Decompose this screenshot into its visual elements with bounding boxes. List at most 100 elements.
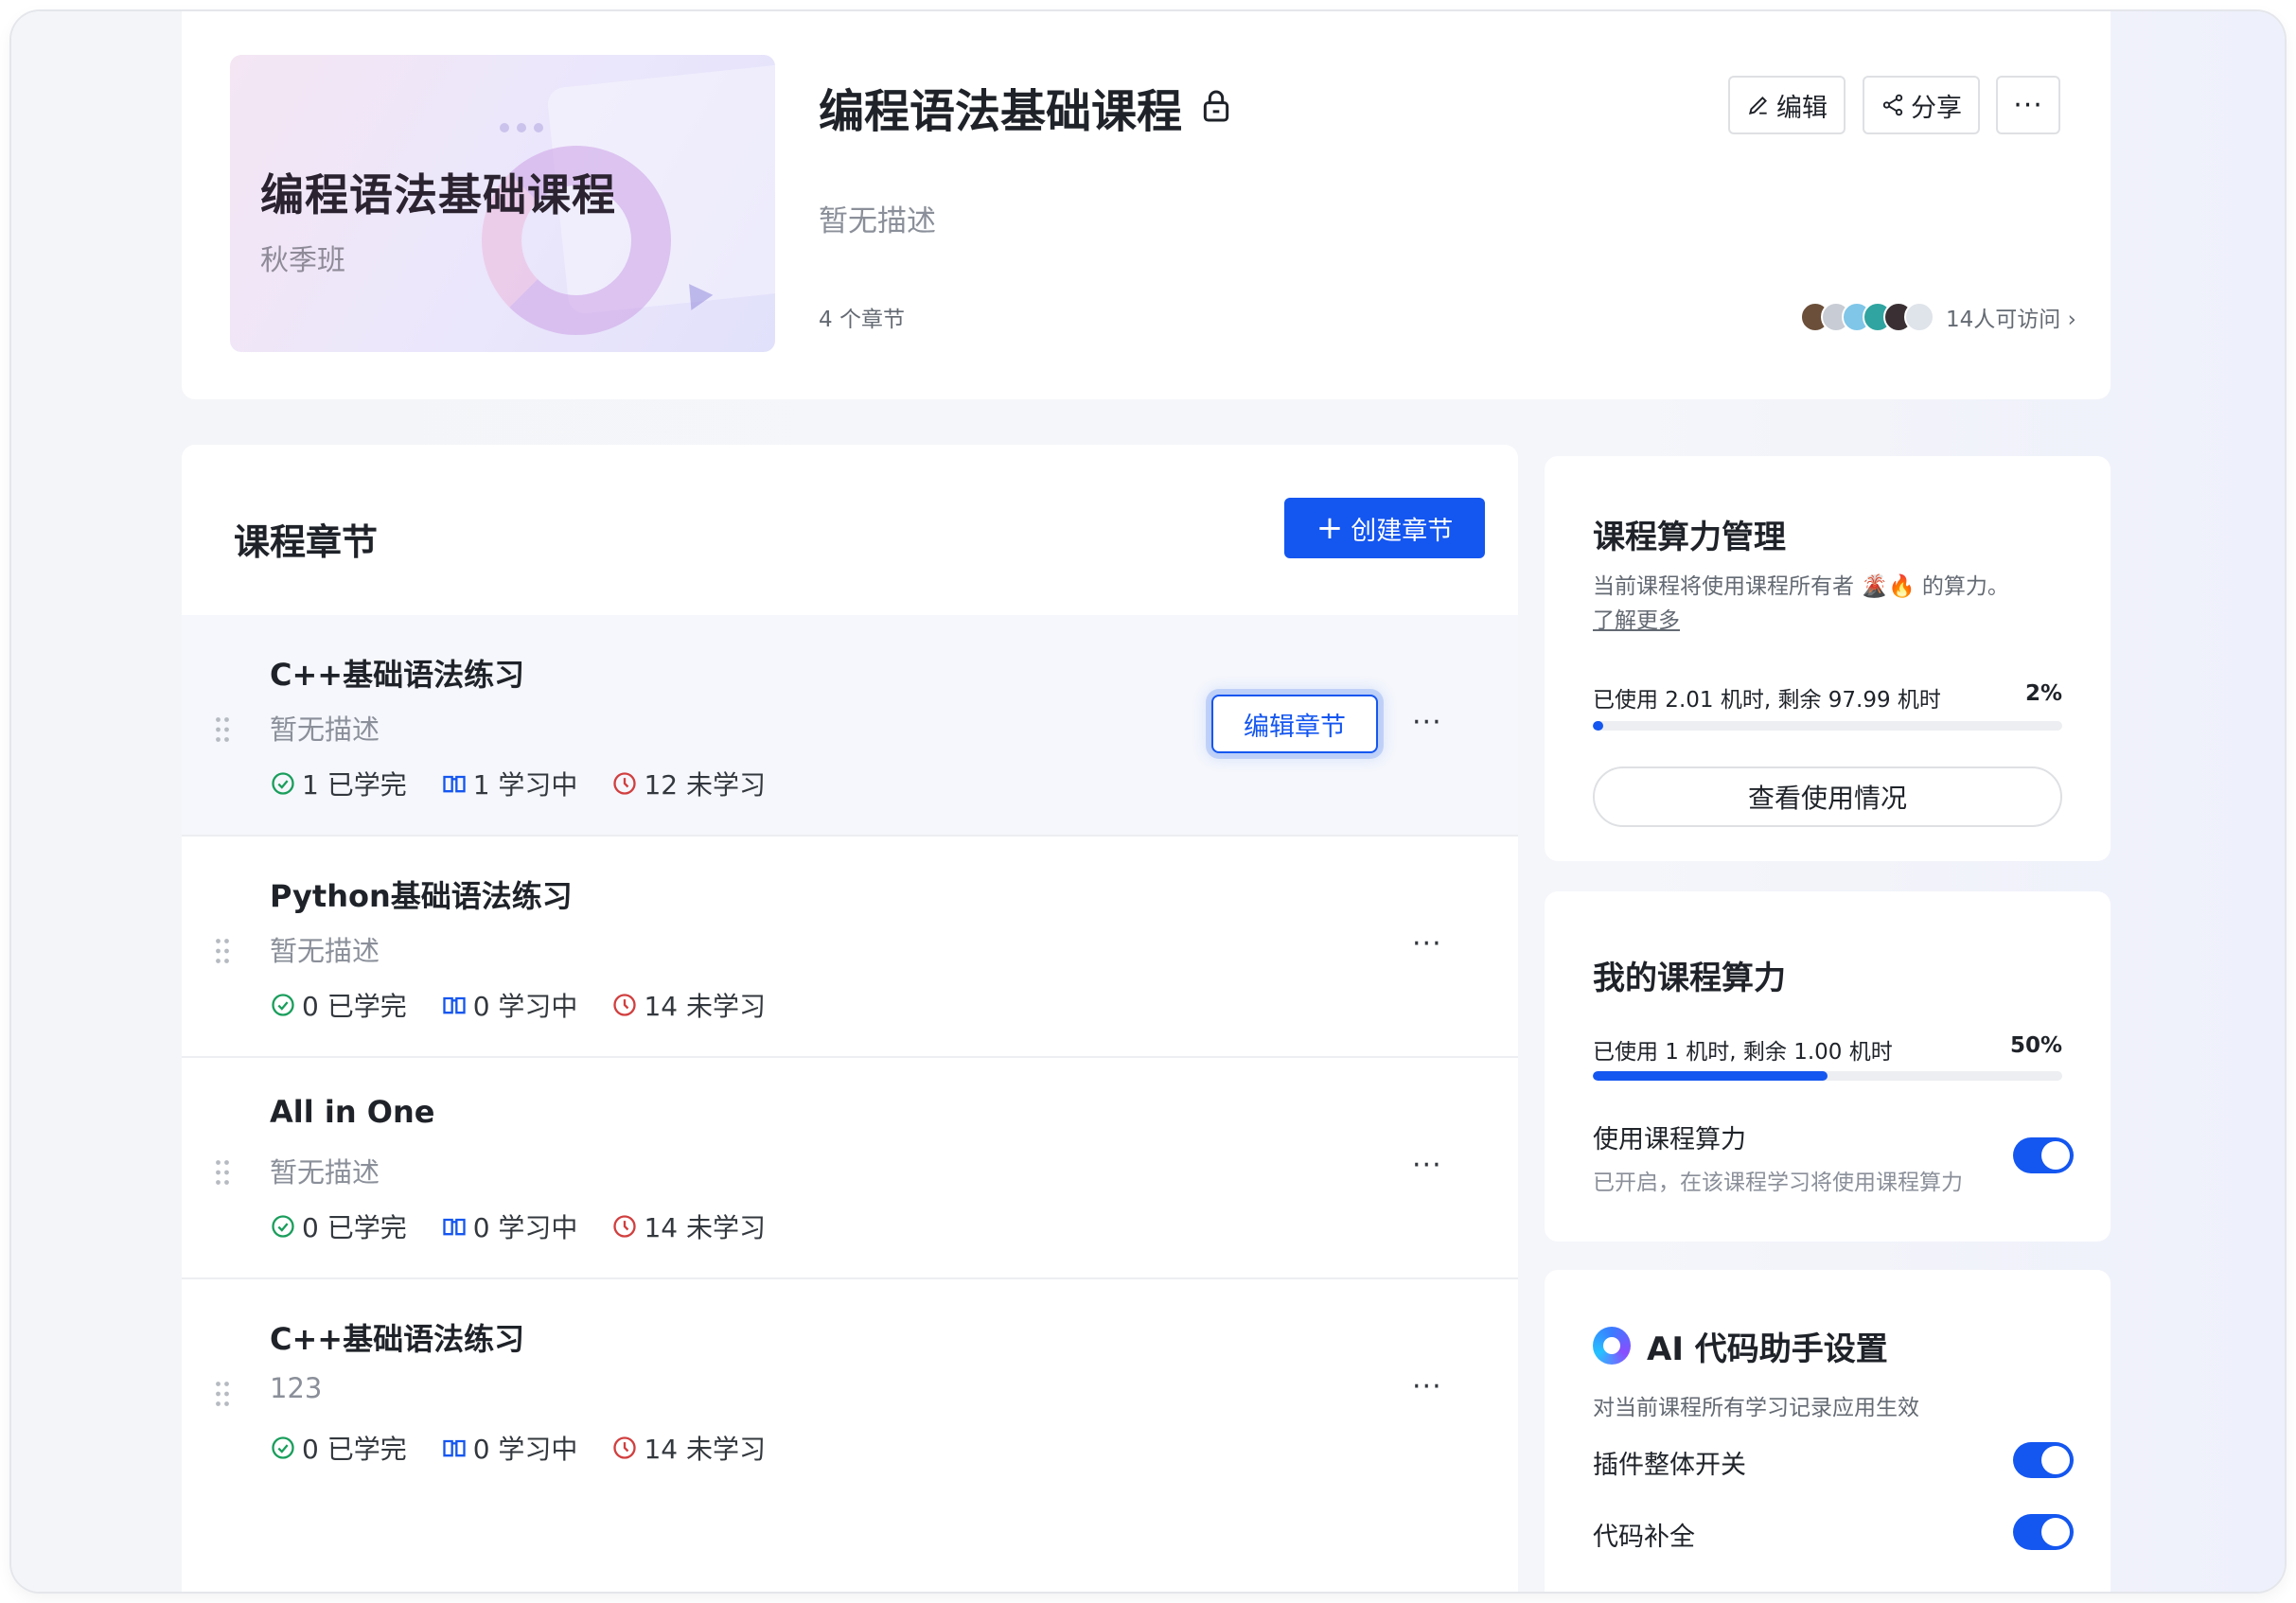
create-chapter-button[interactable]: + 创建章节	[1284, 498, 1485, 558]
learning-count: 0 学习中	[472, 1434, 578, 1465]
drag-handle-icon[interactable]	[214, 937, 231, 965]
not-started-stat: 12 未学习	[611, 765, 766, 802]
clock-icon	[613, 772, 637, 795]
compute-title: 课程算力管理	[1593, 519, 1786, 556]
chapter-row[interactable]: C++基础语法练习 123 0 已学完 0 学习中 14 未学习 ···	[182, 1279, 1518, 1501]
completed-count: 0 已学完	[302, 991, 407, 1022]
drag-handle-icon[interactable]	[214, 1158, 231, 1187]
view-usage-button[interactable]: 查看使用情况	[1593, 766, 2062, 827]
my-compute-usage: 已使用 1 机时, 剩余 1.00 机时 50%	[1593, 1033, 2062, 1066]
completed-stat: 0 已学完	[270, 986, 407, 1024]
my-usage-percent: 50%	[2009, 1033, 2062, 1058]
app-window: 编程语法基础课程 秋季班 编程语法基础课程 暂无描述 4 个章节 编辑 分享 ·…	[11, 11, 2285, 1592]
check-circle-icon	[272, 994, 294, 1016]
chapter-stats: 1 已学完 1 学习中 12 未学习	[270, 765, 766, 802]
completed-count: 0 已学完	[302, 1212, 407, 1243]
plus-icon: +	[1316, 509, 1344, 547]
compute-progress-fill	[1593, 721, 1603, 731]
compute-usage-percent: 2%	[2024, 681, 2062, 706]
my-usage-text: 已使用 1 机时, 剩余 1.00 机时	[1593, 1040, 1893, 1065]
compute-usage-text: 已使用 2.01 机时, 剩余 97.99 机时	[1593, 688, 1941, 713]
chapter-title: C++基础语法练习	[270, 657, 525, 693]
completed-stat: 0 已学完	[270, 1429, 407, 1467]
use-course-compute-note: 已开启，在该课程学习将使用课程算力	[1593, 1171, 1963, 1195]
learning-count: 0 学习中	[472, 1212, 578, 1243]
share-icon	[1882, 94, 1903, 116]
compute-progress-track	[1593, 721, 2062, 731]
share-button[interactable]: 分享	[1863, 76, 1980, 134]
cover-subtitle: 秋季班	[260, 244, 345, 277]
use-course-compute-label: 使用课程算力	[1593, 1125, 1746, 1154]
completed-stat: 0 已学完	[270, 1207, 407, 1245]
chapter-more-button[interactable]: ···	[1412, 1149, 1442, 1182]
visitors-count: 14人可访问 ›	[1946, 308, 2076, 332]
learning-stat: 0 学习中	[441, 1429, 578, 1467]
course-description: 暂无描述	[819, 204, 936, 238]
not-started-count: 14 未学习	[644, 991, 766, 1022]
book-icon	[443, 1439, 466, 1457]
chapter-stats: 0 已学完 0 学习中 14 未学习	[270, 1207, 766, 1245]
learning-stat: 0 学习中	[441, 1207, 578, 1245]
my-compute-title: 我的课程算力	[1593, 960, 1786, 997]
lock-icon	[1203, 90, 1229, 122]
more-options-button[interactable]: ···	[1996, 76, 2060, 134]
chapter-description: 暂无描述	[270, 1156, 380, 1189]
chapter-more-button[interactable]: ···	[1412, 1370, 1442, 1403]
check-circle-icon	[272, 772, 294, 795]
chapter-description: 123	[270, 1372, 323, 1404]
edit-course-button[interactable]: 编辑	[1728, 76, 1846, 134]
my-compute-progress-fill	[1593, 1071, 1828, 1081]
drag-handle-icon[interactable]	[214, 715, 231, 744]
drag-handle-icon[interactable]	[214, 1380, 231, 1408]
clock-icon	[613, 1215, 637, 1238]
course-cover-image: 编程语法基础课程 秋季班	[230, 55, 775, 352]
book-icon	[443, 996, 466, 1014]
edit-chapter-button[interactable]: 编辑章节	[1211, 695, 1378, 753]
use-course-compute-toggle[interactable]	[2013, 1137, 2074, 1173]
book-icon	[443, 775, 466, 793]
not-started-stat: 14 未学习	[611, 986, 766, 1024]
code-completion-toggle[interactable]	[2013, 1514, 2074, 1550]
not-started-stat: 14 未学习	[611, 1429, 766, 1467]
chapter-description: 暂无描述	[270, 713, 380, 746]
chapter-more-button[interactable]: ···	[1412, 706, 1442, 739]
not-started-count: 12 未学习	[644, 769, 766, 801]
chapters-heading: 课程章节	[234, 521, 379, 563]
share-label: 分享	[1911, 93, 1962, 123]
avatar	[1904, 302, 1934, 332]
ai-assistant-logo-icon	[1593, 1327, 1631, 1365]
chapter-row[interactable]: All in One 暂无描述 0 已学完 0 学习中 14 未学习 ···	[182, 1058, 1518, 1279]
plugin-master-toggle[interactable]	[2013, 1442, 2074, 1478]
edit-label: 编辑	[1776, 93, 1828, 123]
course-compute-card: 课程算力管理 当前课程将使用课程所有者 🌋🔥 的算力。 了解更多 已使用 2.0…	[1545, 456, 2111, 861]
learning-stat: 1 学习中	[441, 765, 577, 802]
not-started-count: 14 未学习	[644, 1434, 766, 1465]
chapter-row[interactable]: Python基础语法练习 暂无描述 0 已学完 0 学习中 14 未学习 ···	[182, 837, 1518, 1058]
chapter-count: 4 个章节	[819, 308, 905, 332]
visitors-link[interactable]: 14人可访问 ›	[1800, 301, 2076, 333]
chapter-title: Python基础语法练习	[270, 878, 573, 914]
book-icon	[443, 1218, 466, 1236]
ai-assistant-card: AI 代码助手设置 对当前课程所有学习记录应用生效 插件整体开关 代码补全	[1545, 1270, 2111, 1592]
clock-icon	[613, 1436, 637, 1459]
learning-count: 0 学习中	[472, 991, 578, 1022]
course-header-card: 编程语法基础课程 秋季班 编程语法基础课程 暂无描述 4 个章节 编辑 分享 ·…	[182, 11, 2111, 399]
chapters-card: 课程章节 + 创建章节 C++基础语法练习 暂无描述 1 已学完 1 学习中 1…	[182, 445, 1518, 1592]
check-circle-icon	[272, 1436, 294, 1459]
cover-title: 编程语法基础课程	[260, 169, 616, 220]
compute-usage: 已使用 2.01 机时, 剩余 97.99 机时 2%	[1593, 681, 2062, 713]
learn-more-link[interactable]: 了解更多	[1593, 602, 1680, 634]
plugin-switch-label: 插件整体开关	[1593, 1451, 1746, 1480]
chapter-row[interactable]: C++基础语法练习 暂无描述 1 已学完 1 学习中 12 未学习 编辑章节 ·…	[182, 615, 1518, 837]
chapter-stats: 0 已学完 0 学习中 14 未学习	[270, 1429, 766, 1467]
completed-count: 0 已学完	[302, 1434, 407, 1465]
cover-decoration	[500, 123, 543, 132]
course-title: 编程语法基础课程	[819, 85, 1183, 138]
chapter-title: C++基础语法练习	[270, 1321, 525, 1357]
my-compute-card: 我的课程算力 已使用 1 机时, 剩余 1.00 机时 50% 使用课程算力 已…	[1545, 891, 2111, 1242]
completed-stat: 1 已学完	[270, 765, 407, 802]
compute-owner-note: 当前课程将使用课程所有者 🌋🔥 的算力。	[1593, 574, 2009, 599]
chapter-more-button[interactable]: ···	[1412, 927, 1442, 960]
learning-stat: 0 学习中	[441, 986, 578, 1024]
my-compute-progress-track	[1593, 1071, 2062, 1081]
